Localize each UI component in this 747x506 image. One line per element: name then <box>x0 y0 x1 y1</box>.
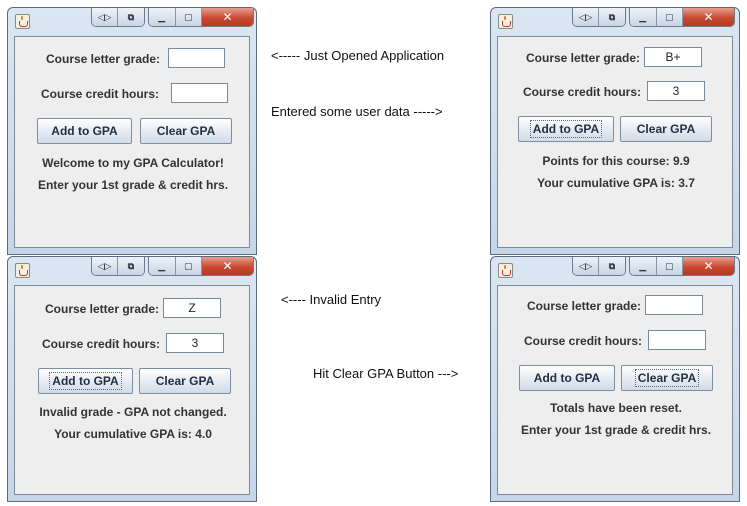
window-controls: ▁ ▢ ✕ <box>629 8 735 27</box>
add-to-gpa-button[interactable]: Add to GPA <box>519 365 615 391</box>
title-bar[interactable]: ◁▷ ⧉ ▁ ▢ ✕ <box>8 257 256 284</box>
minimize-icon[interactable]: ▁ <box>149 257 176 275</box>
clear-gpa-button[interactable]: Clear GPA <box>621 365 713 391</box>
annotation-entered-data: Entered some user data -----> <box>271 104 443 119</box>
grade-input[interactable] <box>168 48 225 68</box>
back-forward-icon[interactable]: ◁▷ <box>92 8 119 26</box>
restore-window-icon[interactable]: ⧉ <box>118 8 144 26</box>
status-message-line2: Your cumulative GPA is: 4.0 <box>54 427 212 441</box>
maximize-icon[interactable]: ▢ <box>656 8 683 26</box>
restore-window-icon[interactable]: ⧉ <box>118 257 144 275</box>
grade-input[interactable] <box>644 47 702 67</box>
titlebar-extra-buttons: ◁▷ ⧉ <box>91 257 145 276</box>
restore-window-icon[interactable]: ⧉ <box>599 8 625 26</box>
back-forward-icon[interactable]: ◁▷ <box>573 257 600 275</box>
window-content: Course letter grade: Course credit hours… <box>497 285 733 495</box>
status-message-line2: Your cumulative GPA is: 3.7 <box>537 176 695 190</box>
grade-label: Course letter grade: <box>527 299 642 313</box>
credit-label: Course credit hours: <box>524 334 643 348</box>
titlebar-extra-buttons: ◁▷ ⧉ <box>572 8 626 27</box>
gpa-window-invalid-entry: ◁▷ ⧉ ▁ ▢ ✕ Course letter grade: Course c… <box>7 256 257 502</box>
minimize-icon[interactable]: ▁ <box>630 257 657 275</box>
credit-input[interactable] <box>166 333 224 353</box>
add-to-gpa-button[interactable]: Add to GPA <box>37 118 132 144</box>
clear-gpa-label: Clear GPA <box>156 124 216 138</box>
gpa-window-just-opened: ◁▷ ⧉ ▁ ▢ ✕ Course letter grade: Course c… <box>7 7 257 255</box>
close-icon[interactable]: ✕ <box>683 257 734 275</box>
restore-window-icon[interactable]: ⧉ <box>599 257 625 275</box>
clear-gpa-label: Clear GPA <box>155 374 215 388</box>
clear-gpa-label: Clear GPA <box>636 122 696 136</box>
minimize-icon[interactable]: ▁ <box>630 8 657 26</box>
window-controls: ▁ ▢ ✕ <box>148 257 254 276</box>
status-message-line2: Enter your 1st grade & credit hrs. <box>520 423 712 437</box>
status-message-line1: Points for this course: 9.9 <box>542 154 690 168</box>
credit-input[interactable] <box>171 83 228 103</box>
annotation-invalid-entry: <---- Invalid Entry <box>281 292 382 307</box>
window-controls: ▁ ▢ ✕ <box>629 257 735 276</box>
grade-label: Course letter grade: <box>46 52 161 66</box>
clear-gpa-button[interactable]: Clear GPA <box>620 116 712 142</box>
title-bar[interactable]: ◁▷ ⧉ ▁ ▢ ✕ <box>8 8 256 35</box>
status-message-line1: Totals have been reset. <box>550 401 682 415</box>
maximize-icon[interactable]: ▢ <box>656 257 683 275</box>
title-bar[interactable]: ◁▷ ⧉ ▁ ▢ ✕ <box>491 257 739 284</box>
credit-label: Course credit hours: <box>41 87 160 101</box>
window-content: Course letter grade: Course credit hours… <box>14 285 250 495</box>
status-message-line2: Enter your 1st grade & credit hrs. <box>37 178 229 192</box>
java-app-icon <box>15 263 30 278</box>
java-app-icon <box>498 14 513 29</box>
grade-input[interactable] <box>645 295 703 315</box>
annotation-hit-clear: Hit Clear GPA Button ---> <box>313 366 459 381</box>
add-to-gpa-button[interactable]: Add to GPA <box>518 116 614 142</box>
grade-label: Course letter grade: <box>45 302 160 316</box>
add-to-gpa-button[interactable]: Add to GPA <box>38 368 133 394</box>
window-content: Course letter grade: Course credit hours… <box>497 36 733 248</box>
back-forward-icon[interactable]: ◁▷ <box>573 8 600 26</box>
close-icon[interactable]: ✕ <box>202 8 253 26</box>
titlebar-extra-buttons: ◁▷ ⧉ <box>572 257 626 276</box>
window-controls: ▁ ▢ ✕ <box>148 8 254 27</box>
back-forward-icon[interactable]: ◁▷ <box>92 257 119 275</box>
add-to-gpa-label: Add to GPA <box>51 124 118 138</box>
credit-input[interactable] <box>648 330 706 350</box>
add-to-gpa-label: Add to GPA <box>529 120 603 138</box>
grade-input[interactable] <box>163 298 221 318</box>
clear-gpa-button[interactable]: Clear GPA <box>140 118 232 144</box>
window-content: Course letter grade: Course credit hours… <box>14 36 250 248</box>
credit-label: Course credit hours: <box>42 337 161 351</box>
java-app-icon <box>498 263 513 278</box>
credit-input[interactable] <box>647 81 705 101</box>
add-to-gpa-label: Add to GPA <box>49 372 122 390</box>
title-bar[interactable]: ◁▷ ⧉ ▁ ▢ ✕ <box>491 8 739 35</box>
maximize-icon[interactable]: ▢ <box>175 257 202 275</box>
minimize-icon[interactable]: ▁ <box>149 8 176 26</box>
close-icon[interactable]: ✕ <box>683 8 734 26</box>
maximize-icon[interactable]: ▢ <box>175 8 202 26</box>
clear-gpa-label: Clear GPA <box>634 369 700 387</box>
titlebar-extra-buttons: ◁▷ ⧉ <box>91 8 145 27</box>
add-to-gpa-label: Add to GPA <box>533 371 601 385</box>
gpa-window-entered-data: ◁▷ ⧉ ▁ ▢ ✕ Course letter grade: Course c… <box>490 7 740 255</box>
credit-label: Course credit hours: <box>523 85 642 99</box>
status-message-line1: Invalid grade - GPA not changed. <box>39 405 227 419</box>
close-icon[interactable]: ✕ <box>202 257 253 275</box>
annotation-just-opened: <----- Just Opened Application <box>271 48 445 63</box>
clear-gpa-button[interactable]: Clear GPA <box>139 368 231 394</box>
java-app-icon <box>15 14 30 29</box>
grade-label: Course letter grade: <box>526 51 641 65</box>
status-message-line1: Welcome to my GPA Calculator! <box>42 156 224 170</box>
gpa-window-cleared: ◁▷ ⧉ ▁ ▢ ✕ Course letter grade: Course c… <box>490 256 740 502</box>
